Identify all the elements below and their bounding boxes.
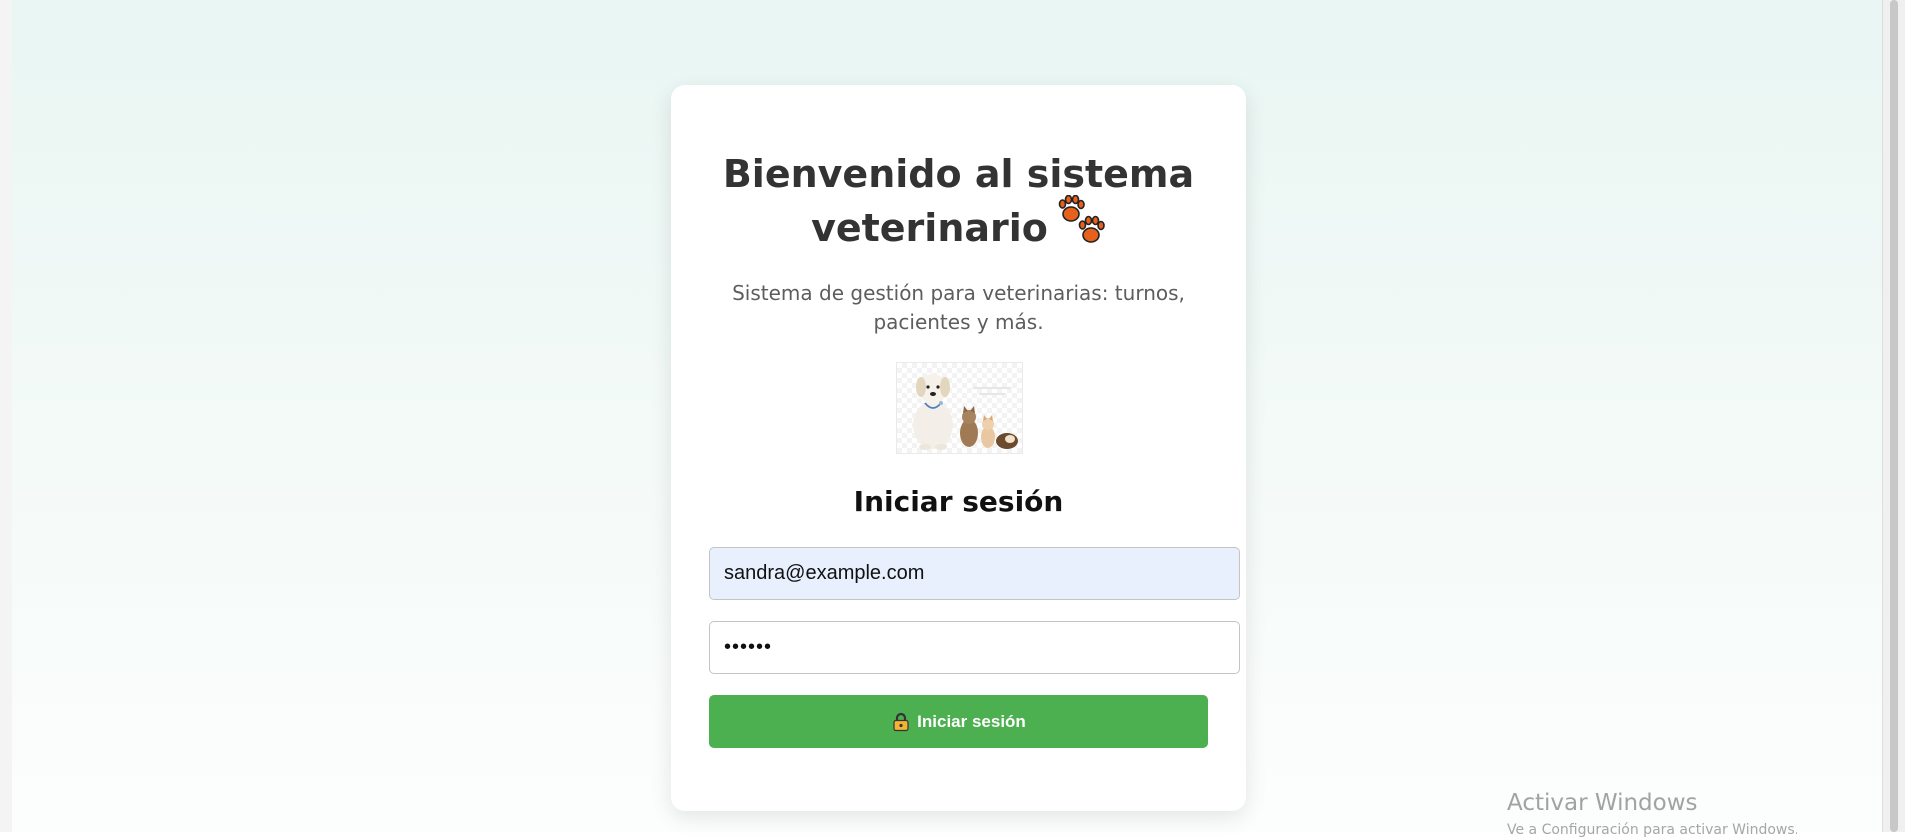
password-field[interactable] — [709, 621, 1240, 674]
login-card: Bienvenido al sistema veterinario Sistem… — [671, 85, 1246, 811]
vet-pets-image — [896, 362, 1023, 454]
page-title: Bienvenido al sistema veterinario — [701, 147, 1216, 259]
login-title: Iniciar sesión — [853, 485, 1064, 518]
vertical-scrollbar[interactable] — [1882, 0, 1905, 832]
windows-activation-title: Activar Windows — [1507, 790, 1698, 816]
page-viewport: Bienvenido al sistema veterinario Sistem… — [12, 0, 1882, 832]
page-title-line2: veterinario — [811, 206, 1048, 250]
scrollbar-thumb[interactable] — [1890, 0, 1898, 832]
email-field[interactable] — [709, 547, 1240, 600]
lock-icon — [891, 712, 911, 732]
login-button-label: Iniciar sesión — [917, 711, 1026, 731]
login-button[interactable]: Iniciar sesión — [709, 695, 1208, 748]
windows-activation-subtitle: Ve a Configuración para activar Windows. — [1507, 822, 1797, 838]
page-subtitle: Sistema de gestión para veterinarias: tu… — [731, 279, 1186, 337]
page-title-line1: Bienvenido al sistema — [722, 152, 1195, 196]
subtitle-line1: Sistema de gestión para veterinarias: tu… — [732, 281, 1185, 305]
subtitle-line2: pacientes y más. — [873, 310, 1044, 334]
paw-prints-icon — [1058, 194, 1106, 259]
